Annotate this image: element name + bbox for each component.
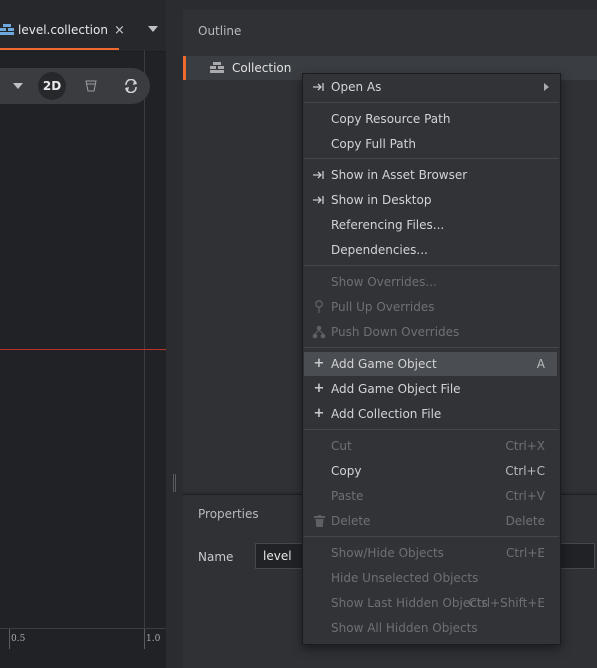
menu-item-add-game-object-file[interactable]: + Add Game Object File: [304, 377, 557, 401]
menu-item-label: Paste: [331, 489, 364, 503]
menu-item-add-collection-file[interactable]: + Add Collection File: [304, 402, 557, 426]
menu-item-show-last-hidden-objects[interactable]: Show Last Hidden Objects Ctrl+Shift+E: [304, 591, 557, 615]
menu-item-label: Pull Up Overrides: [331, 300, 435, 314]
pane-splitter[interactable]: [166, 0, 183, 668]
tab-list-dropdown-icon[interactable]: [148, 26, 158, 32]
menu-item-shortcut: Ctrl+C: [505, 464, 545, 478]
menu-item-label: Show Overrides...: [331, 275, 437, 289]
menu-item-label: Show All Hidden Objects: [331, 621, 478, 635]
outline-title: Outline: [198, 24, 242, 38]
plus-icon: +: [313, 356, 325, 371]
menu-item-delete[interactable]: Delete Delete: [304, 509, 557, 533]
menu-item-copy-full-path[interactable]: Copy Full Path: [304, 132, 557, 156]
menu-item-open-as[interactable]: Open As: [304, 75, 557, 99]
editor-tab-bar: level.collection ×: [0, 0, 166, 52]
x-axis-line: [0, 349, 166, 350]
menu-separator: [304, 158, 559, 159]
menu-item-label: Cut: [331, 439, 352, 453]
menu-item-shortcut: Ctrl+Shift+E: [468, 596, 545, 610]
menu-item-shortcut: Ctrl+V: [505, 489, 545, 503]
menu-item-show-all-hidden-objects[interactable]: Show All Hidden Objects: [304, 616, 557, 640]
visibility-dropdown-icon[interactable]: [4, 72, 32, 100]
toggle-2d-button[interactable]: 2D: [38, 72, 66, 100]
viewport-ruler: 0.5 1.0: [0, 628, 166, 650]
menu-item-pull-up-overrides[interactable]: Pull Up Overrides: [304, 295, 557, 319]
menu-separator: [304, 347, 559, 348]
plus-icon: +: [313, 406, 325, 421]
submenu-arrow-icon: [544, 83, 549, 91]
menu-item-label: Add Game Object: [331, 357, 437, 371]
ruler-label: 0.5: [11, 634, 26, 644]
ruler-label: 1.0: [146, 634, 161, 644]
tab-level-collection[interactable]: level.collection ×: [0, 10, 125, 50]
trash-icon: [312, 514, 326, 528]
menu-item-label: Referencing Files...: [331, 218, 445, 232]
show-in-icon: [312, 193, 326, 207]
menu-item-referencing-files[interactable]: Referencing Files...: [304, 213, 557, 237]
tab-label: level.collection: [18, 23, 108, 37]
menu-item-dependencies[interactable]: Dependencies...: [304, 238, 557, 262]
menu-item-label: Show in Desktop: [331, 193, 432, 207]
camera-reset-icon[interactable]: [117, 72, 145, 100]
tab-close-icon[interactable]: ×: [114, 23, 125, 38]
ruler-tick: [144, 629, 145, 649]
menu-item-cut[interactable]: Cut Ctrl+X: [304, 434, 557, 458]
menu-item-shortcut: Ctrl+X: [505, 439, 545, 453]
name-field-label: Name: [198, 550, 234, 564]
menu-separator: [304, 265, 559, 266]
menu-item-label: Open As: [331, 80, 382, 94]
menu-item-push-down-overrides[interactable]: Push Down Overrides: [304, 320, 557, 344]
menu-item-show-in-asset-browser[interactable]: Show in Asset Browser: [304, 163, 557, 187]
menu-item-label: Show in Asset Browser: [331, 168, 468, 182]
menu-item-shortcut: A: [536, 357, 545, 371]
menu-item-label: Copy Full Path: [331, 137, 416, 151]
properties-title: Properties: [198, 507, 259, 521]
context-menu: Open As Copy Resource Path Copy Full Pat…: [302, 73, 561, 645]
menu-item-label: Hide Unselected Objects: [331, 571, 479, 585]
menu-item-paste[interactable]: Paste Ctrl+V: [304, 484, 557, 508]
menu-item-copy[interactable]: Copy Ctrl+C: [304, 459, 557, 483]
menu-item-copy-resource-path[interactable]: Copy Resource Path: [304, 107, 557, 131]
menu-separator: [304, 536, 559, 537]
menu-item-label: Push Down Overrides: [331, 325, 460, 339]
menu-item-hide-unselected-objects[interactable]: Hide Unselected Objects: [304, 566, 557, 590]
open-as-icon: [312, 80, 326, 94]
scene-viewport[interactable]: [0, 110, 166, 620]
plus-icon: +: [313, 381, 325, 396]
ruler-tick: [9, 629, 10, 649]
collection-icon: [210, 62, 224, 74]
splitter-handle-icon[interactable]: [173, 474, 176, 492]
menu-item-label: Delete: [331, 514, 371, 528]
perspective-camera-icon[interactable]: [77, 72, 105, 100]
show-in-icon: [312, 168, 326, 182]
menu-item-shortcut: Delete: [505, 514, 545, 528]
menu-item-show-in-desktop[interactable]: Show in Desktop: [304, 188, 557, 212]
menu-item-show-hide-objects[interactable]: Show/Hide Objects Ctrl+E: [304, 541, 557, 565]
active-tab-indicator: [0, 48, 119, 50]
menu-item-label: Copy Resource Path: [331, 112, 451, 126]
menu-item-label: Add Collection File: [331, 407, 442, 421]
pull-up-icon: [312, 300, 326, 314]
menu-item-label: Add Game Object File: [331, 382, 461, 396]
menu-item-label: Show/Hide Objects: [331, 546, 444, 560]
menu-separator: [304, 429, 559, 430]
menu-item-label: Dependencies...: [331, 243, 428, 257]
menu-item-label: Copy: [331, 464, 362, 478]
menu-item-show-overrides[interactable]: Show Overrides...: [304, 270, 557, 294]
menu-item-add-game-object[interactable]: + Add Game Object A: [304, 352, 557, 376]
menu-item-label: Show Last Hidden Objects: [331, 596, 488, 610]
push-down-icon: [312, 325, 326, 339]
menu-item-shortcut: Ctrl+E: [506, 546, 545, 560]
scene-toolbar: 2D: [0, 68, 150, 104]
scene-editor-pane: level.collection × 2D 0.5 1.0: [0, 0, 166, 668]
menu-separator: [304, 102, 559, 103]
outline-item-label: Collection: [232, 61, 292, 75]
collection-icon: [0, 24, 14, 36]
